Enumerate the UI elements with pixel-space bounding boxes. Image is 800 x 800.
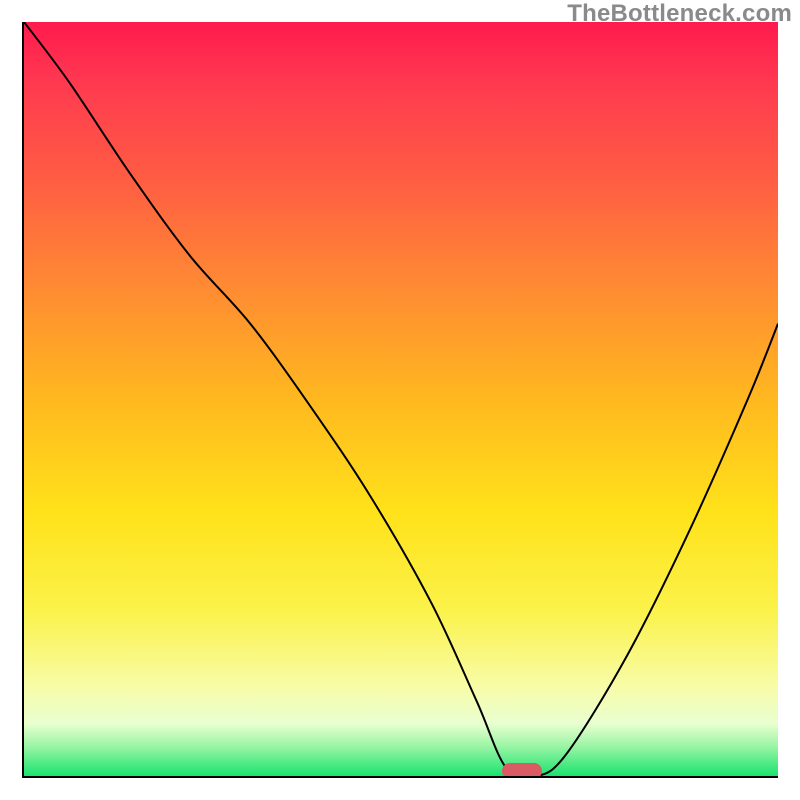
- curve-layer: [24, 22, 778, 776]
- optimal-marker: [502, 763, 542, 778]
- bottleneck-chart: TheBottleneck.com: [0, 0, 800, 800]
- bottleneck-curve: [24, 22, 778, 776]
- plot-area: [22, 22, 778, 778]
